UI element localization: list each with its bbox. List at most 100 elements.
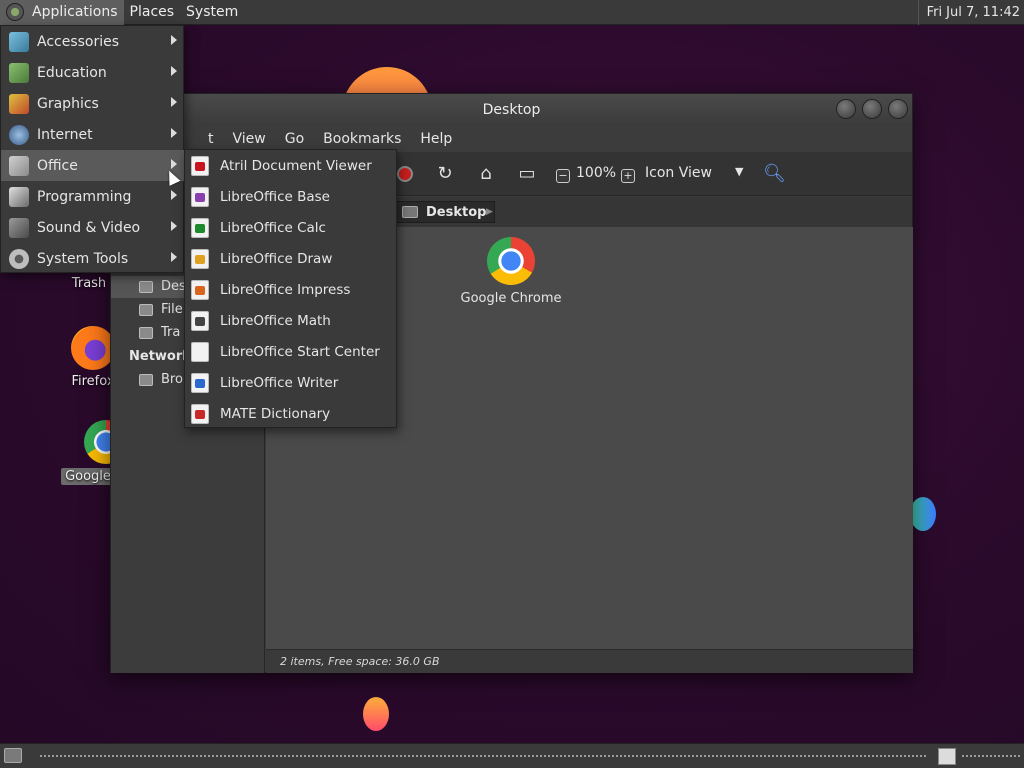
mate-logo-icon (6, 3, 24, 21)
desktop-icon-label: Firefox (71, 374, 115, 389)
menu-item-libreoffice-draw[interactable]: LibreOffice Draw (185, 243, 397, 274)
file-item-label: Google Chrome (460, 291, 562, 306)
menu-item-office[interactable]: Office (1, 150, 185, 181)
menu-item-label: Accessories (37, 33, 120, 50)
path-next-icon[interactable]: ▶ (486, 207, 493, 217)
menu-item-libreoffice-start-center[interactable]: LibreOffice Start Center (185, 336, 397, 367)
menu-item-graphics[interactable]: Graphics (1, 88, 185, 119)
chevron-right-icon (171, 66, 177, 76)
zoom-out-icon: − (556, 169, 570, 183)
path-button-label: Desktop (426, 204, 487, 220)
system-tools-icon (9, 248, 29, 269)
close-button[interactable] (888, 99, 908, 119)
menu-item-mate-dictionary[interactable]: MATE Dictionary (185, 398, 397, 429)
menu-go[interactable]: Go (285, 131, 304, 147)
window-list[interactable] (40, 755, 926, 757)
menu-item-label: LibreOffice Math (220, 312, 331, 329)
view-mode-select[interactable]: Icon View (645, 165, 749, 181)
zoom-in-button[interactable]: + (617, 164, 639, 184)
desktop-icon-label: Google (61, 468, 115, 485)
chevron-right-icon (171, 221, 177, 231)
menu-item-libreoffice-calc[interactable]: LibreOffice Calc (185, 212, 397, 243)
window-title: Desktop (482, 102, 541, 118)
libreoffice-writer-icon (191, 372, 209, 393)
file-item-google-chrome[interactable]: Google Chrome (456, 237, 566, 306)
side-item-label: Tra (161, 325, 181, 340)
menu-item-label: System Tools (37, 250, 129, 267)
menu-item-label: Office (37, 157, 78, 174)
libreoffice-impress-icon (191, 279, 209, 300)
drive-icon (139, 303, 153, 316)
menu-item-label: Education (37, 64, 107, 81)
menu-item-label: LibreOffice Draw (220, 250, 333, 267)
workspace-switcher[interactable] (938, 748, 956, 765)
menu-item-libreoffice-base[interactable]: LibreOffice Base (185, 181, 397, 212)
search-icon: 🔍︎ (763, 163, 786, 184)
menu-item-system-tools[interactable]: System Tools (1, 243, 185, 274)
menu-edit[interactable]: t (208, 131, 214, 147)
search-button[interactable]: 🔍︎ (763, 163, 786, 184)
menu-item-libreoffice-math[interactable]: LibreOffice Math (185, 305, 397, 336)
menu-view[interactable]: View (233, 131, 266, 147)
sound-video-icon (9, 217, 29, 238)
side-item-label: Des (161, 279, 186, 294)
home-button[interactable]: ⌂ (475, 164, 497, 184)
menu-item-label: Atril Document Viewer (220, 157, 372, 174)
side-item-browse-network[interactable]: Bro (139, 372, 183, 387)
places-menu[interactable]: Places (124, 0, 181, 25)
menu-item-atril[interactable]: Atril Document Viewer (185, 150, 397, 181)
menu-item-label: Graphics (37, 95, 99, 112)
menu-item-accessories[interactable]: Accessories (1, 26, 185, 57)
side-item-file-system[interactable]: File (139, 302, 183, 317)
menu-item-libreoffice-impress[interactable]: LibreOffice Impress (185, 274, 397, 305)
menu-item-label: LibreOffice Start Center (220, 343, 380, 360)
computer-button[interactable]: ▭ (516, 164, 538, 184)
trash-icon (139, 326, 153, 339)
maximize-button[interactable] (862, 99, 882, 119)
reload-icon: ↻ (437, 163, 453, 184)
path-button-desktop[interactable]: Desktop (395, 201, 496, 223)
top-panel: Applications Places System Fri Jul 7, 11… (0, 0, 1024, 25)
reload-button[interactable]: ↻ (434, 164, 456, 184)
menu-item-label: LibreOffice Base (220, 188, 330, 205)
menu-item-education[interactable]: Education (1, 57, 185, 88)
computer-icon: ▭ (518, 163, 536, 184)
home-icon: ⌂ (480, 163, 492, 184)
applications-menu[interactable]: Applications (0, 0, 124, 25)
office-submenu: Atril Document Viewer LibreOffice Base L… (184, 149, 397, 428)
stop-icon (397, 166, 413, 182)
side-item-label: File (161, 302, 183, 317)
stop-button[interactable] (394, 164, 416, 184)
menu-help[interactable]: Help (420, 131, 452, 147)
side-item-desktop[interactable]: Des (139, 279, 186, 294)
chevron-right-icon (171, 252, 177, 262)
menu-bookmarks[interactable]: Bookmarks (323, 131, 401, 147)
minimize-button[interactable] (836, 99, 856, 119)
menu-item-label: MATE Dictionary (220, 405, 331, 422)
menu-item-internet[interactable]: Internet (1, 119, 185, 150)
bottom-panel (0, 743, 1024, 768)
chevron-right-icon (171, 190, 177, 200)
firefox-icon (71, 326, 115, 370)
education-icon (9, 62, 29, 83)
menu-item-label: LibreOffice Writer (220, 374, 339, 391)
side-item-trash[interactable]: Tra (139, 325, 180, 340)
desktop-folder-icon (139, 280, 153, 293)
libreoffice-draw-icon (191, 248, 209, 269)
menu-item-sound-video[interactable]: Sound & Video (1, 212, 185, 243)
menu-item-libreoffice-writer[interactable]: LibreOffice Writer (185, 367, 397, 398)
menu-item-label: Sound & Video (37, 219, 141, 236)
zoom-out-button[interactable]: − (552, 164, 574, 184)
desktop-icon-google-chrome[interactable]: Google (58, 420, 128, 485)
chevron-right-icon (171, 97, 177, 107)
menu-item-label: LibreOffice Calc (220, 219, 326, 236)
system-menu[interactable]: System (180, 0, 244, 25)
workspace-list[interactable] (962, 755, 1020, 757)
desktop-icon-trash[interactable]: Trash (62, 276, 116, 291)
clock[interactable]: Fri Jul 7, 11:42 (917, 0, 1024, 25)
window-titlebar[interactable]: Desktop (111, 94, 912, 126)
chevron-down-icon[interactable]: ▼ (735, 165, 743, 178)
show-desktop-icon[interactable] (4, 748, 22, 763)
side-heading-network: Network (129, 349, 191, 364)
menu-item-programming[interactable]: Programming (1, 181, 185, 212)
